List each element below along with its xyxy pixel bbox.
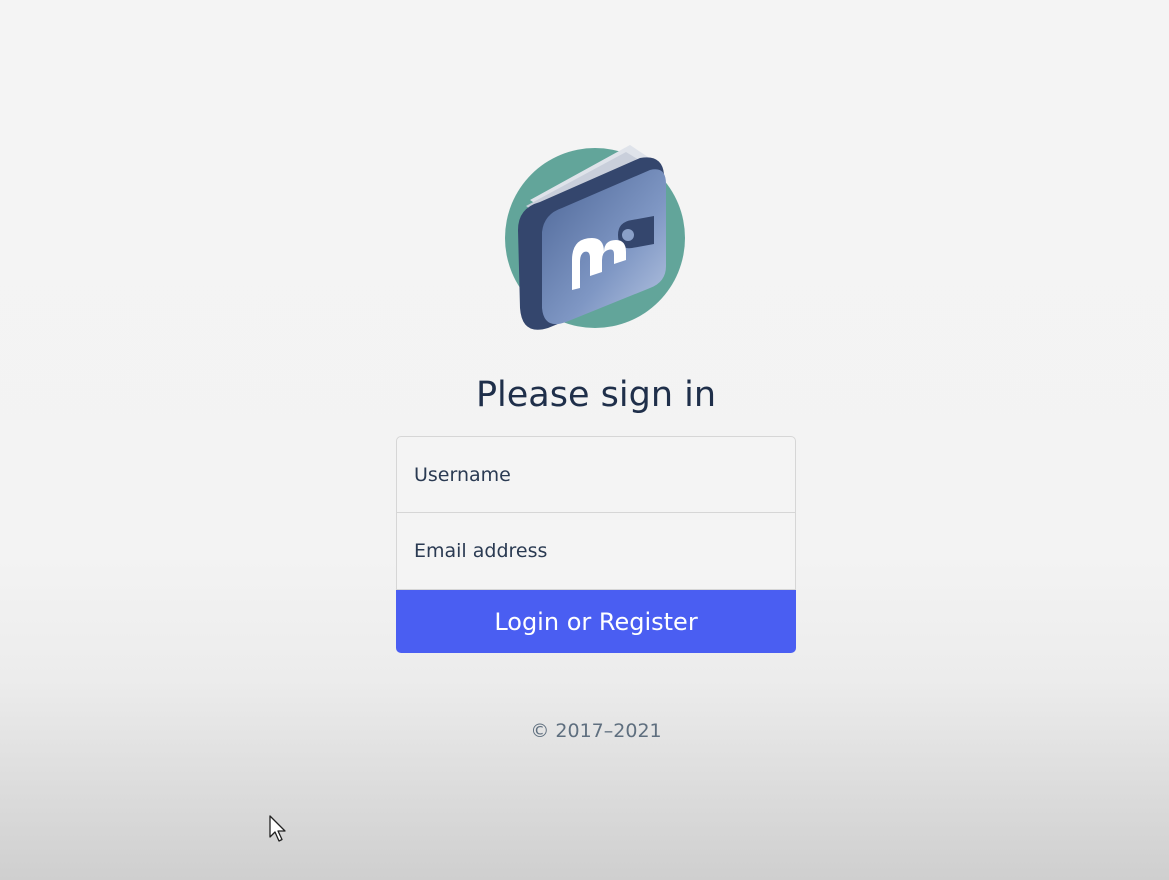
wallet-logo-icon: [500, 140, 690, 335]
email-input[interactable]: [396, 513, 796, 590]
mouse-pointer-icon: [268, 815, 290, 843]
page-title: Please sign in: [475, 375, 717, 415]
login-page: Please sign in Login or Register © 2017–…: [0, 0, 1169, 880]
login-form: Login or Register: [396, 436, 796, 653]
copyright-text: © 2017–2021: [530, 720, 662, 742]
username-input[interactable]: [396, 436, 796, 513]
login-or-register-button[interactable]: Login or Register: [396, 590, 796, 653]
